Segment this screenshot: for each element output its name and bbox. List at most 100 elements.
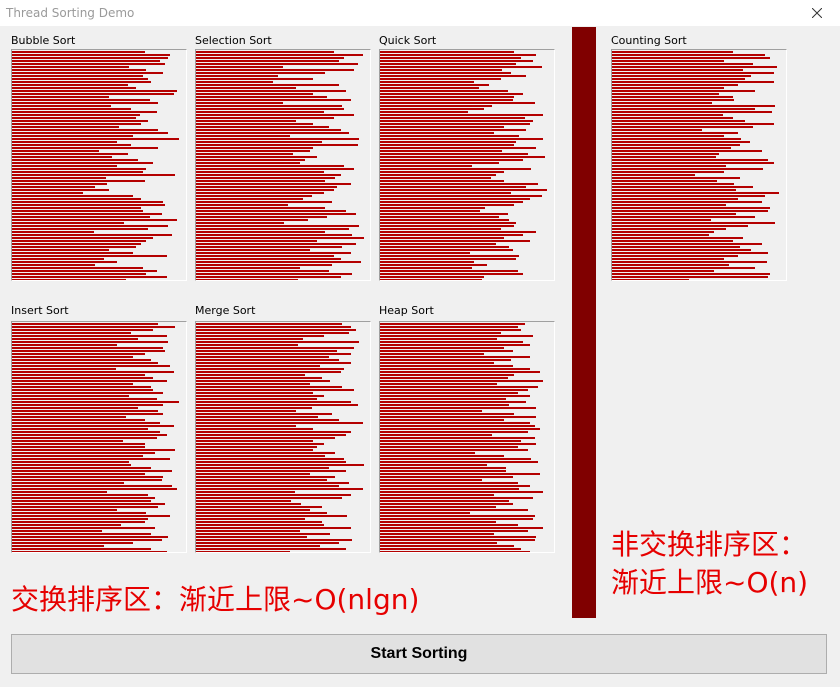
sort-bar — [12, 407, 138, 409]
sort-bar — [196, 362, 351, 364]
start-sorting-button[interactable]: Start Sorting — [11, 634, 827, 674]
sort-bar — [380, 473, 540, 475]
sort-bar — [380, 54, 536, 56]
sort-bar — [380, 60, 533, 62]
sort-bar — [380, 428, 540, 430]
sort-bar — [12, 123, 141, 125]
sort-bar — [196, 332, 349, 334]
sort-bar — [612, 138, 741, 140]
sort-bar — [12, 219, 177, 221]
sort-bar — [612, 174, 695, 176]
sort-bar — [196, 192, 324, 194]
sort-bar — [12, 273, 146, 275]
sort-bar — [380, 96, 514, 98]
sort-bar — [380, 234, 523, 236]
sort-bar — [380, 488, 519, 490]
sort-bar — [12, 539, 162, 541]
exchange-sort-note: 交换排序区：渐近上限~O(nlgn) — [11, 583, 420, 616]
sort-bar — [380, 374, 514, 376]
sort-bar — [196, 344, 298, 346]
sort-bar — [612, 219, 711, 221]
sort-bar — [196, 207, 325, 209]
sort-bar — [380, 195, 542, 197]
sort-bar — [196, 54, 363, 56]
sort-bar — [380, 458, 531, 460]
sort-bar — [12, 252, 133, 254]
sort-bar — [380, 141, 516, 143]
sort-bar — [12, 171, 143, 173]
sort-bar — [12, 246, 136, 248]
sort-bar — [196, 237, 364, 239]
sort-bar — [12, 141, 117, 143]
sort-bar — [12, 186, 95, 188]
sort-bar — [380, 192, 511, 194]
sort-bar — [12, 264, 95, 266]
sort-bar — [380, 338, 497, 340]
sort-bar — [380, 156, 545, 158]
sort-bar — [612, 63, 753, 65]
sort-bar — [196, 168, 354, 170]
sort-bar — [612, 96, 733, 98]
sort-bar — [612, 216, 755, 218]
sort-bar — [612, 150, 762, 152]
sort-bar — [380, 347, 504, 349]
sort-bar — [196, 93, 313, 95]
sort-bar — [196, 506, 322, 508]
sort-bar — [380, 425, 535, 427]
sort-bar — [196, 177, 335, 179]
sort-bar — [12, 356, 133, 358]
sort-bar — [196, 183, 351, 185]
close-button[interactable] — [794, 0, 840, 26]
sort-bar — [12, 410, 158, 412]
sort-bar — [380, 183, 538, 185]
sort-bar — [380, 527, 543, 529]
sort-bar — [380, 536, 536, 538]
sort-bar — [12, 159, 138, 161]
sort-bar — [12, 401, 179, 403]
sort-bar — [196, 57, 344, 59]
sort-bar — [12, 491, 107, 493]
sort-bar — [380, 90, 508, 92]
sort-bar — [196, 359, 339, 361]
sort-bar — [380, 180, 504, 182]
sort-bar — [12, 114, 140, 116]
sort-bar — [12, 512, 146, 514]
panel-selection-sort — [195, 49, 371, 281]
sort-bar — [196, 210, 346, 212]
sort-bar — [12, 99, 150, 101]
sort-bar — [12, 60, 160, 62]
sort-bar — [196, 201, 332, 203]
sort-bar — [196, 383, 310, 385]
sort-bar — [196, 428, 313, 430]
sort-bar — [380, 276, 484, 278]
panel-label-heap: Heap Sort — [379, 304, 434, 317]
sort-bar — [196, 225, 359, 227]
sort-bar — [12, 371, 174, 373]
sort-bar — [380, 252, 470, 254]
sort-bar — [380, 132, 494, 134]
sort-bar — [380, 57, 521, 59]
sort-bar — [380, 147, 536, 149]
sort-bar — [196, 335, 324, 337]
sort-bar — [12, 431, 160, 433]
sort-bar — [12, 455, 143, 457]
sort-bar — [612, 201, 762, 203]
sort-bar — [196, 174, 341, 176]
sort-bar — [196, 500, 291, 502]
nonexchange-sort-note-line2: 渐近上限~O(n) — [611, 566, 809, 599]
sort-bar — [12, 147, 158, 149]
panel-counting-sort — [611, 49, 787, 281]
sort-bar — [612, 267, 755, 269]
sort-bar — [612, 117, 733, 119]
sort-bar — [12, 105, 111, 107]
sort-bar — [380, 105, 492, 107]
sort-bar — [380, 464, 487, 466]
window-title: Thread Sorting Demo — [6, 6, 135, 20]
sort-bar — [380, 189, 547, 191]
sort-bar — [196, 252, 351, 254]
sort-bar — [380, 171, 504, 173]
sort-bar — [12, 425, 174, 427]
sort-bar — [380, 216, 499, 218]
sort-bar — [196, 461, 346, 463]
sort-bar — [380, 246, 509, 248]
